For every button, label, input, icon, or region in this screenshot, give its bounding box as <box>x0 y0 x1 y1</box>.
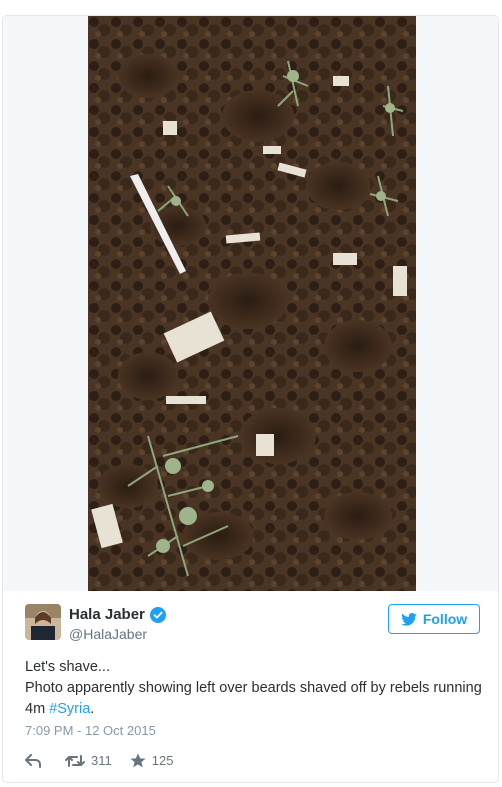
retweet-count: 311 <box>91 753 112 768</box>
like-button[interactable]: 125 <box>130 753 174 768</box>
like-count: 125 <box>151 753 174 768</box>
verified-badge-icon <box>149 606 166 623</box>
author-name[interactable]: Hala Jaber <box>69 606 145 623</box>
tweet-photo[interactable] <box>88 16 416 591</box>
retweet-button[interactable]: 311 <box>65 753 112 768</box>
tweet-text-end: . <box>90 701 95 717</box>
tweet-timestamp[interactable]: 7:09 PM - 12 Oct 2015 <box>25 723 156 738</box>
star-icon <box>130 753 146 768</box>
retweet-icon <box>65 754 85 767</box>
hashtag-link[interactable]: #Syria <box>49 701 90 717</box>
tweet-card: Hala Jaber @HalaJaber Follow Let's shave… <box>2 15 499 783</box>
tweet-actions: 311 125 <box>25 753 191 768</box>
reply-icon <box>25 753 41 768</box>
tweet-text: Let's shave... Photo apparently showing … <box>25 657 485 720</box>
tweet-text-line2: Photo apparently showing left over beard… <box>25 678 485 720</box>
tweet-text-line1: Let's shave... <box>25 659 110 675</box>
follow-label: Follow <box>422 611 468 627</box>
tweet-media[interactable] <box>3 16 498 591</box>
follow-button[interactable]: Follow <box>388 604 480 634</box>
reply-button[interactable] <box>25 753 47 768</box>
author-handle[interactable]: @HalaJaber <box>69 626 147 642</box>
avatar[interactable] <box>25 604 61 640</box>
twitter-bird-icon <box>401 612 417 626</box>
author-name-row: Hala Jaber <box>69 606 166 623</box>
